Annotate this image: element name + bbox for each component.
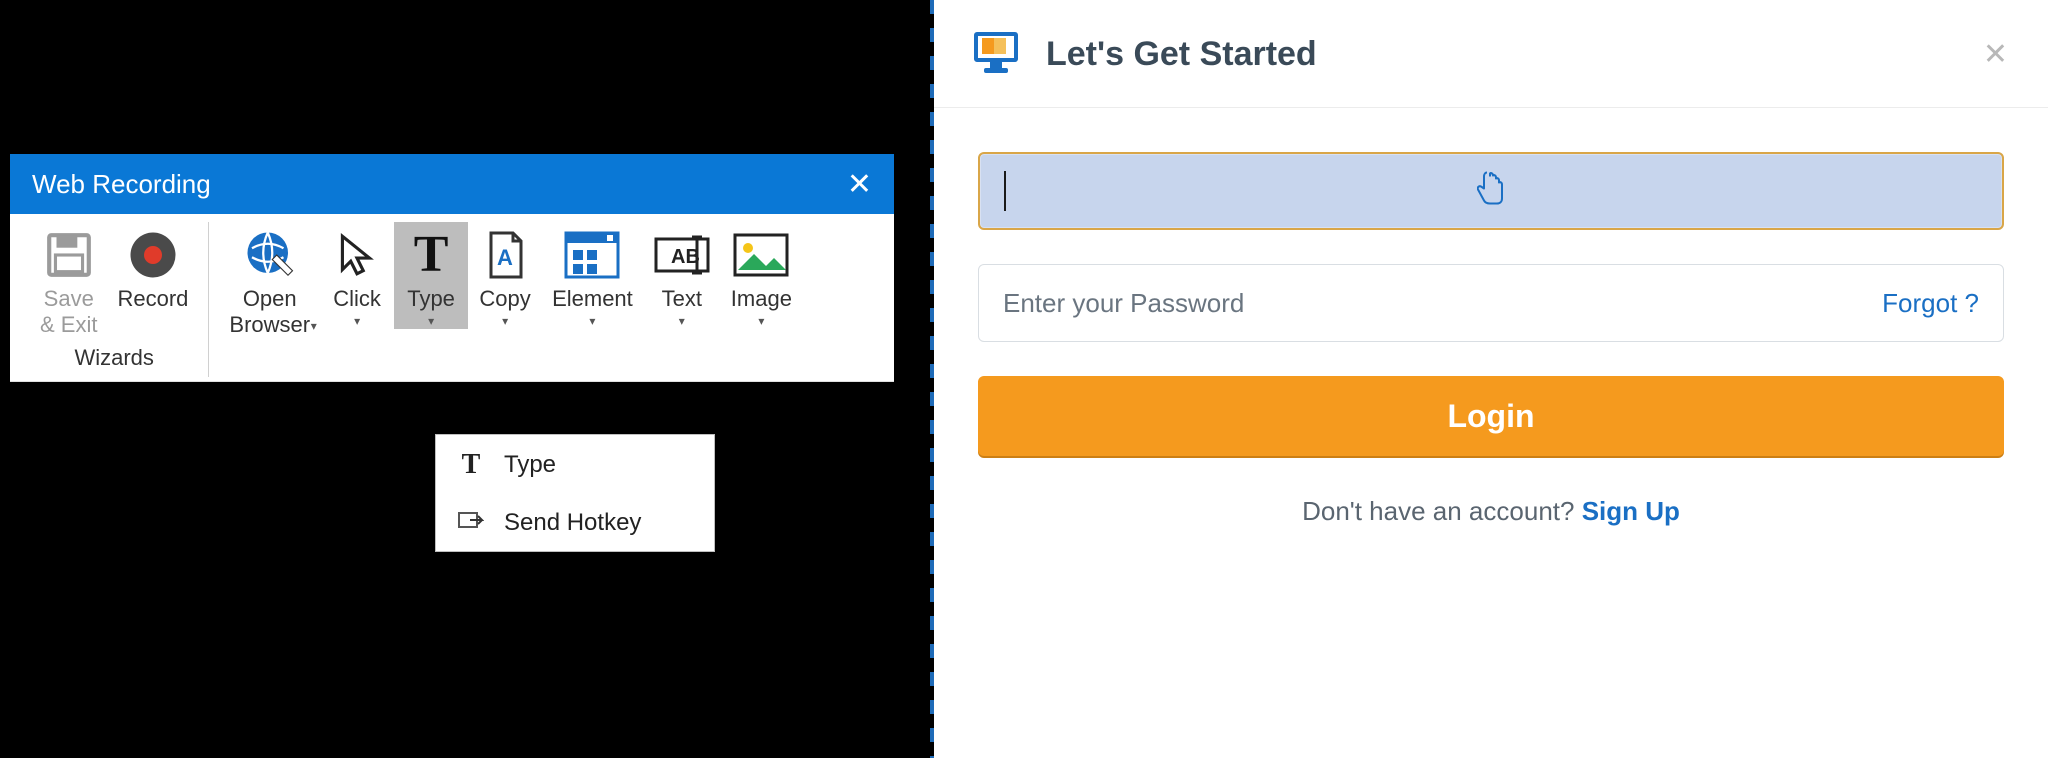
menu-item-send-hotkey-label: Send Hotkey [504,509,641,537]
login-header: Let's Get Started ✕ [934,0,2048,108]
login-dialog: Let's Get Started ✕ Enter your Password … [934,0,2048,758]
login-button[interactable]: Login [978,376,2004,456]
titlebar: Web Recording ✕ [10,154,894,214]
signup-prompt: Don't have an account? [1302,496,1582,526]
ribbon-group-actions: Open Browser ▾ Click ▾ [209,222,812,357]
record-button[interactable]: Record [107,222,198,312]
group-label-wizards: Wizards [74,345,153,375]
record-icon [126,226,180,284]
image-button[interactable]: Image ▾ [721,222,802,329]
menu-item-type-label: Type [504,451,556,479]
password-placeholder: Enter your Password [1003,288,1244,319]
svg-text:A: A [497,245,513,270]
chevron-down-icon: ▾ [502,314,508,328]
open-browser-label: Open Browser [229,286,310,339]
element-grid-icon [563,226,621,284]
signup-row: Don't have an account? Sign Up [978,496,2004,527]
left-pane: Web Recording ✕ Save & Exit [0,0,930,758]
text-caret-icon [1004,171,1006,211]
element-button[interactable]: Element ▾ [542,222,643,329]
record-label: Record [117,286,188,312]
monitor-book-icon [970,28,1022,81]
web-recording-window: Web Recording ✕ Save & Exit [10,154,894,382]
element-label: Element [552,286,633,312]
send-hotkey-icon [456,512,486,534]
save-exit-label: Save & Exit [40,286,97,339]
globe-icon [243,226,297,284]
copy-page-icon: A [481,226,529,284]
chevron-down-icon: ▾ [428,314,434,328]
menu-item-send-hotkey[interactable]: Send Hotkey [436,495,714,551]
password-field[interactable]: Enter your Password Forgot ? [978,264,2004,342]
type-t-icon: T [414,226,449,284]
click-label: Click [333,286,381,312]
image-picture-icon [732,226,790,284]
type-button[interactable]: T Type ▾ [394,222,468,329]
save-exit-button: Save & Exit [30,222,107,339]
click-button[interactable]: Click ▾ [320,222,394,329]
type-label: Type [407,286,455,312]
signup-link[interactable]: Sign Up [1582,496,1680,526]
ribbon-group-wizards: Save & Exit Record Wizards [20,222,209,377]
close-icon[interactable]: ✕ [1983,37,2008,72]
cursor-arrow-icon [332,226,382,284]
forgot-link[interactable]: Forgot ? [1882,288,1979,319]
menu-item-type[interactable]: T Type [436,435,714,495]
chevron-down-icon: ▾ [354,314,360,328]
login-body: Enter your Password Forgot ? Login Don't… [934,108,2048,527]
type-dropdown-menu: T Type Send Hotkey [435,434,715,552]
chevron-down-icon: ▾ [758,314,764,328]
text-button[interactable]: AB Text ▾ [643,222,721,329]
hand-pointer-icon [1477,171,1505,212]
text-label: Text [662,286,702,312]
floppy-icon [44,226,94,284]
close-icon[interactable]: ✕ [847,167,872,202]
login-title: Let's Get Started [1046,35,1317,74]
text-cursor-icon: AB [653,226,711,284]
ribbon: Save & Exit Record Wizards [10,214,894,382]
chevron-down-icon: ▾ [679,314,685,328]
copy-label: Copy [479,286,530,312]
copy-button[interactable]: A Copy ▾ [468,222,542,329]
window-title: Web Recording [32,169,211,200]
right-pane: Let's Get Started ✕ Enter your Password … [934,0,2048,758]
type-t-icon: T [456,449,486,481]
chevron-down-icon: ▾ [589,314,595,328]
chevron-down-icon: ▾ [311,319,317,333]
image-label: Image [731,286,792,312]
open-browser-button[interactable]: Open Browser ▾ [219,222,320,355]
username-field[interactable] [978,152,2004,230]
